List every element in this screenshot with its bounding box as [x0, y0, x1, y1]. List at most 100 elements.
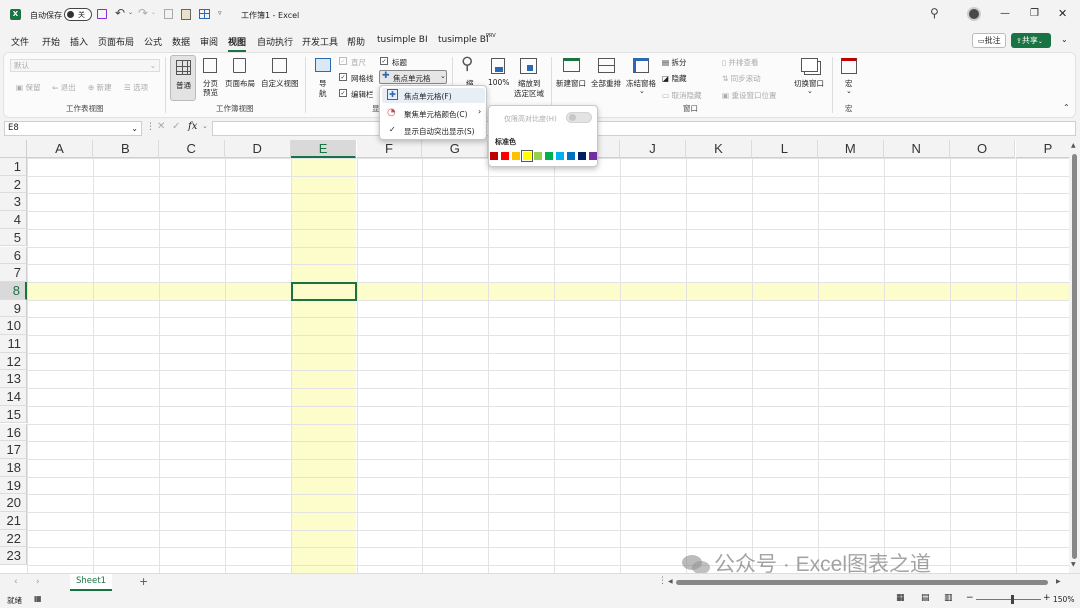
collapse-ribbon-icon[interactable]: ⌃ — [1063, 103, 1070, 112]
column-header-p[interactable]: P — [1015, 140, 1069, 158]
column-header-e[interactable]: E — [290, 140, 357, 158]
row-header-9[interactable]: 9 — [0, 299, 27, 318]
color-swatch[interactable] — [545, 152, 553, 160]
menu-automate[interactable]: 自动执行 — [257, 35, 293, 48]
gridlines-checkbox[interactable]: ✓ — [339, 73, 347, 81]
focus-cell-menu-item-toggle[interactable]: ✚ 焦点单元格(F) — [382, 88, 485, 103]
row-header-13[interactable]: 13 — [0, 370, 27, 389]
row-header-5[interactable]: 5 — [0, 228, 27, 247]
color-swatch[interactable] — [567, 152, 575, 160]
scroll-left-icon[interactable]: ◀ — [668, 578, 673, 585]
horizontal-scroll-thumb[interactable] — [676, 580, 1048, 585]
color-swatch[interactable] — [534, 152, 542, 160]
row-header-20[interactable]: 20 — [0, 494, 27, 512]
prev-sheet-icon[interactable]: ‹ — [14, 577, 18, 587]
color-swatch[interactable] — [578, 152, 586, 160]
color-swatch[interactable] — [512, 152, 520, 160]
name-box[interactable]: E8 ⌄ — [4, 121, 142, 136]
spreadsheet-grid[interactable]: ABCDEFGHIJKLMNOP 12345678910111213141516… — [0, 140, 1069, 573]
page-layout-button[interactable]: 页面布局 — [225, 78, 255, 89]
menu-developer[interactable]: 开发工具 — [302, 35, 338, 48]
accessibility-icon[interactable]: ▦ — [34, 594, 42, 603]
avatar[interactable] — [967, 7, 981, 21]
ribbon-options-icon[interactable]: ⌄ — [1061, 35, 1068, 44]
hide-button[interactable]: ◪ 隐藏 — [662, 73, 686, 84]
menu-insert[interactable]: 插入 — [70, 35, 88, 48]
column-header-j[interactable]: J — [620, 140, 686, 158]
menu-home[interactable]: 开始 — [42, 35, 60, 48]
row-header-23[interactable]: 23 — [0, 547, 27, 566]
page-break-status-icon[interactable]: ▥ — [944, 593, 953, 603]
menu-review[interactable]: 审阅 — [200, 35, 218, 48]
row-header-4[interactable]: 4 — [0, 211, 27, 229]
confirm-entry-icon[interactable]: ✓ — [172, 121, 180, 132]
zoom-100-button[interactable]: 100% — [488, 78, 509, 87]
sheet-view-new-button[interactable]: ⊕ 新建 — [88, 82, 112, 93]
row-header-1[interactable]: 1 — [0, 158, 27, 176]
row-header-12[interactable]: 12 — [0, 352, 27, 371]
horizontal-scrollbar[interactable]: ◀ ▶ — [668, 577, 1068, 588]
column-header-b[interactable]: B — [92, 140, 159, 158]
column-header-n[interactable]: N — [883, 140, 950, 158]
row-header-15[interactable]: 15 — [0, 405, 27, 424]
reset-window-position-button[interactable]: ▣ 重设窗口位置 — [722, 90, 776, 101]
row-header-7[interactable]: 7 — [0, 264, 27, 282]
restore-icon[interactable]: ❐ — [1030, 8, 1039, 19]
row-header-19[interactable]: 19 — [0, 476, 27, 495]
row-header-2[interactable]: 2 — [0, 175, 27, 194]
row-header-10[interactable]: 10 — [0, 317, 27, 335]
row-header-18[interactable]: 18 — [0, 458, 27, 477]
row-header-14[interactable]: 14 — [0, 388, 27, 406]
zoom-slider-thumb[interactable] — [1011, 595, 1014, 604]
row-header-21[interactable]: 21 — [0, 512, 27, 530]
sheet-view-dropdown[interactable]: 默认 ⌄ — [10, 59, 160, 72]
zoom-in-icon[interactable]: + — [1043, 593, 1051, 603]
menu-help[interactable]: 帮助 — [347, 35, 365, 48]
column-header-d[interactable]: D — [224, 140, 291, 158]
sync-scroll-button[interactable]: ⇅ 同步滚动 — [722, 73, 761, 84]
next-sheet-icon[interactable]: › — [36, 577, 40, 587]
column-header-o[interactable]: O — [949, 140, 1016, 158]
zoom-level[interactable]: 150% — [1053, 595, 1074, 604]
page-layout-status-icon[interactable]: ▤ — [921, 593, 930, 603]
column-header-c[interactable]: C — [158, 140, 225, 158]
arrange-all-button[interactable]: 全部重排 — [591, 78, 621, 89]
menu-formulas[interactable]: 公式 — [144, 35, 162, 48]
copy-icon[interactable] — [164, 9, 173, 19]
menu-page-layout[interactable]: 页面布局 — [98, 35, 134, 48]
column-header-m[interactable]: M — [817, 140, 884, 158]
cancel-entry-icon[interactable]: ✕ — [157, 121, 165, 132]
sheet-bar-options-icon[interactable]: ⋮ — [658, 576, 667, 586]
row-header-22[interactable]: 22 — [0, 529, 27, 548]
normal-view-status-icon[interactable]: ▦ — [896, 593, 905, 603]
show-auto-highlight-menu-item[interactable]: 显示自动突出显示(S) — [404, 126, 475, 137]
color-swatch[interactable] — [490, 152, 498, 160]
close-icon[interactable]: ✕ — [1058, 7, 1067, 20]
row-header-8[interactable]: 8 — [0, 281, 27, 300]
menu-file[interactable]: 文件 — [11, 35, 29, 48]
menu-tusimple-bi-prv[interactable]: tusimple BI — [438, 35, 489, 45]
zoom-slider[interactable] — [976, 595, 1041, 604]
side-by-side-button[interactable]: ▯ 并排查看 — [722, 57, 759, 68]
column-header-g[interactable]: G — [422, 140, 489, 158]
sheet-view-exit-button[interactable]: ⇐ 退出 — [52, 82, 76, 93]
table-icon[interactable] — [199, 9, 210, 19]
vertical-scrollbar[interactable]: ▲ ▼ — [1069, 140, 1080, 573]
sheet-tab-sheet1[interactable]: Sheet1 — [70, 574, 112, 591]
formula-bar-checkbox[interactable]: ✓ — [339, 89, 347, 97]
redo-dropdown-icon[interactable]: ⌄ — [151, 9, 156, 16]
redo-icon[interactable]: ↷ — [138, 6, 148, 20]
formula-input[interactable] — [212, 121, 1076, 136]
scroll-up-icon[interactable]: ▲ — [1071, 142, 1076, 149]
row-header-16[interactable]: 16 — [0, 423, 27, 442]
undo-icon[interactable]: ↶ — [115, 6, 125, 20]
insert-function-icon[interactable]: fx — [188, 121, 197, 132]
scroll-down-icon[interactable]: ▼ — [1071, 561, 1076, 568]
undo-dropdown-icon[interactable]: ⌄ — [128, 9, 133, 16]
column-header-l[interactable]: L — [751, 140, 818, 158]
sheet-view-keep-button[interactable]: ▣ 保留 — [16, 82, 40, 93]
row-header-6[interactable]: 6 — [0, 246, 27, 265]
color-swatch[interactable] — [556, 152, 564, 160]
row-header-11[interactable]: 11 — [0, 335, 27, 353]
menu-data[interactable]: 数据 — [172, 35, 190, 48]
